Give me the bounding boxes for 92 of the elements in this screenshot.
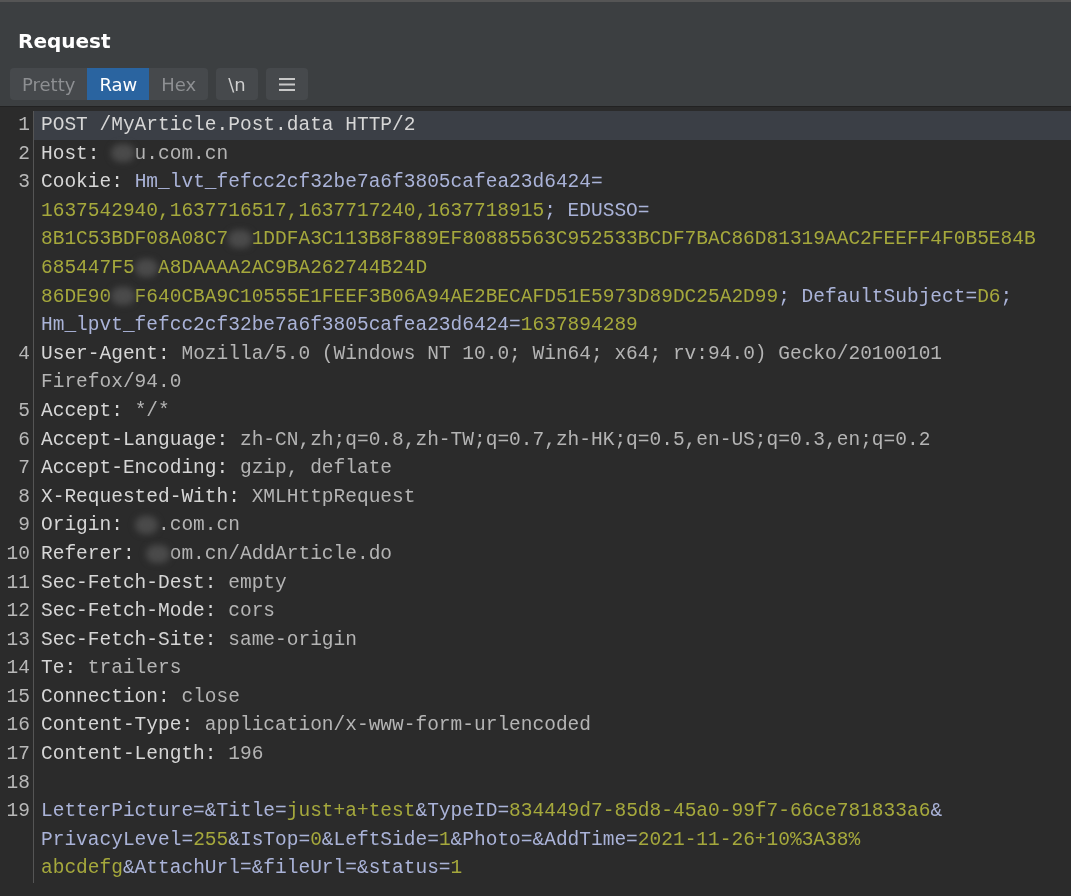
code-token: Cookie: (41, 171, 124, 194)
redaction-blur (111, 287, 135, 306)
code-token: 1 (450, 857, 463, 880)
code-token: PrivacyLevel= (41, 828, 194, 851)
code-token: Firefox/94.0 (41, 371, 182, 394)
code-token: POST /MyArticle.Post.data HTTP/2 (41, 114, 416, 136)
code-token: 8B1C53BDF08A08C7 (41, 228, 229, 251)
code-token: Te: (41, 657, 78, 680)
code-token: Sec-Fetch-Mode: (41, 600, 218, 623)
line-number: 18 (0, 768, 34, 798)
code-token: A8DAAAA2AC9BA262744B24D (158, 256, 428, 279)
code-token: Hm_lpvt_fefcc2cf32be7a6f3805cafea23d6424= (41, 314, 521, 337)
line-number: 6 (0, 425, 34, 455)
newline-toggle[interactable]: \n (216, 68, 258, 100)
line-number: 16 (0, 711, 34, 741)
code-token: 86DE90 (41, 285, 112, 308)
line-number: 9 (0, 511, 34, 540)
line-number: 8 (0, 482, 34, 512)
line-number: 4 (0, 339, 34, 397)
code-token: abcdefg (41, 857, 123, 880)
redaction-blur (146, 544, 170, 563)
code-token: Sec-Fetch-Site: (41, 628, 218, 651)
code-token: &IsTop= (228, 828, 311, 851)
line-number: 11 (0, 568, 34, 598)
code-token: Accept: (41, 399, 124, 422)
line-number: 14 (0, 654, 34, 683)
redaction-blur (134, 258, 158, 277)
code-token: Origin: (41, 514, 124, 537)
line-number: 19 (0, 797, 34, 884)
code-token: 685447F5 (41, 256, 135, 279)
code-token: User-Agent: (41, 342, 171, 365)
code-token: Host: (41, 142, 101, 165)
redaction-blur (111, 144, 135, 163)
code-token: 255 (193, 828, 229, 851)
code-token: F640CBA9C10555E1FEEF3B06A94AE2BECAFD51E5973D89DC25A2D99 (134, 285, 779, 308)
code-token: X-Requested-With: (41, 485, 241, 508)
code-token: &Photo=&AddTime= (450, 828, 638, 851)
code-token: Accept-Encoding: (41, 457, 230, 480)
code-token: ; (1000, 285, 1013, 308)
code-token: XMLHttpRequest (251, 485, 416, 508)
menu-button[interactable] (265, 68, 308, 100)
code-token: 1DDFA3C113B8F889EF80885563C952533BCDF7BAC86D81319AAC2FEEFF4F0B5E84B (251, 228, 1036, 251)
code-token: Mozilla/5.0 (Windows NT 10.0; Win64; x64; rv:94.0) Gecko/20100101 (181, 342, 943, 365)
code-token: ; DefaultSubject= (778, 285, 978, 308)
code-token: Connection: (41, 685, 171, 708)
panel-title: Request (17, 28, 112, 55)
code-token: trailers (87, 657, 182, 680)
code-token: */* (134, 399, 170, 422)
code-token: 834449d7-85d8-45a0-99f7-66ce781833a6 (509, 800, 931, 823)
code-token: Referer: (41, 542, 136, 565)
redaction-blur (134, 516, 158, 535)
code-token: Sec-Fetch-Dest: (41, 571, 218, 594)
code-token: same-origin (228, 628, 357, 651)
code-token: &LeftSide= (321, 828, 439, 851)
code-token: om.cn/AddArticle.do (169, 542, 393, 565)
menu-icon (278, 77, 295, 91)
code-token: ; EDUSSO= (544, 199, 650, 222)
code-token: cors (228, 600, 276, 623)
line-number: 13 (0, 625, 34, 655)
code-token: &TypeID= (415, 800, 510, 823)
code-token: zh-CN,zh;q=0.8,zh-TW;q=0.7,zh-HK;q=0.5,en-US;q=0.3,en;q=0.2 (239, 428, 931, 451)
code-token: 2021-11-26+10%3A38% (637, 828, 861, 851)
code-token: empty (228, 571, 287, 594)
code-token: application/x-www-form-urlencoded (204, 714, 591, 737)
line-number: 3 (0, 168, 34, 340)
code-token: .com.cn (158, 514, 240, 537)
code-token: D6 (977, 285, 1001, 308)
code-token: Content-Length: (41, 743, 218, 766)
code-token: just+a+test (286, 800, 416, 823)
code-token: Accept-Language: (41, 428, 230, 451)
code-token: LetterPicture=&Title= (41, 800, 287, 823)
code-token: gzip, deflate (239, 457, 393, 480)
code-token: Hm_lvt_fefcc2cf32be7a6f3805cafea23d6424= (134, 171, 603, 194)
line-number: 2 (0, 139, 34, 169)
line-number: 15 (0, 682, 34, 712)
code-token: 0 (310, 828, 322, 851)
code-token: close (181, 685, 240, 708)
line-number: 17 (0, 740, 34, 769)
code-token: u.com.cn (134, 142, 229, 165)
code-token: Content-Type: (41, 714, 195, 737)
code-token: &AttachUrl=&fileUrl=&status= (122, 857, 451, 880)
line-number: 10 (0, 539, 34, 569)
code-token: 1 (438, 828, 451, 851)
redaction-blur (228, 230, 252, 249)
line-number: 5 (0, 396, 34, 426)
line-number: 7 (0, 454, 34, 483)
line-number: 12 (0, 597, 34, 626)
code-token: & (930, 800, 943, 823)
code-token: 196 (228, 743, 264, 766)
view-tab[interactable]: Raw (87, 68, 150, 100)
code-token: 1637542940,1637716517,1637717240,1637718915 (41, 199, 545, 222)
code-token: 1637894289 (520, 314, 638, 337)
